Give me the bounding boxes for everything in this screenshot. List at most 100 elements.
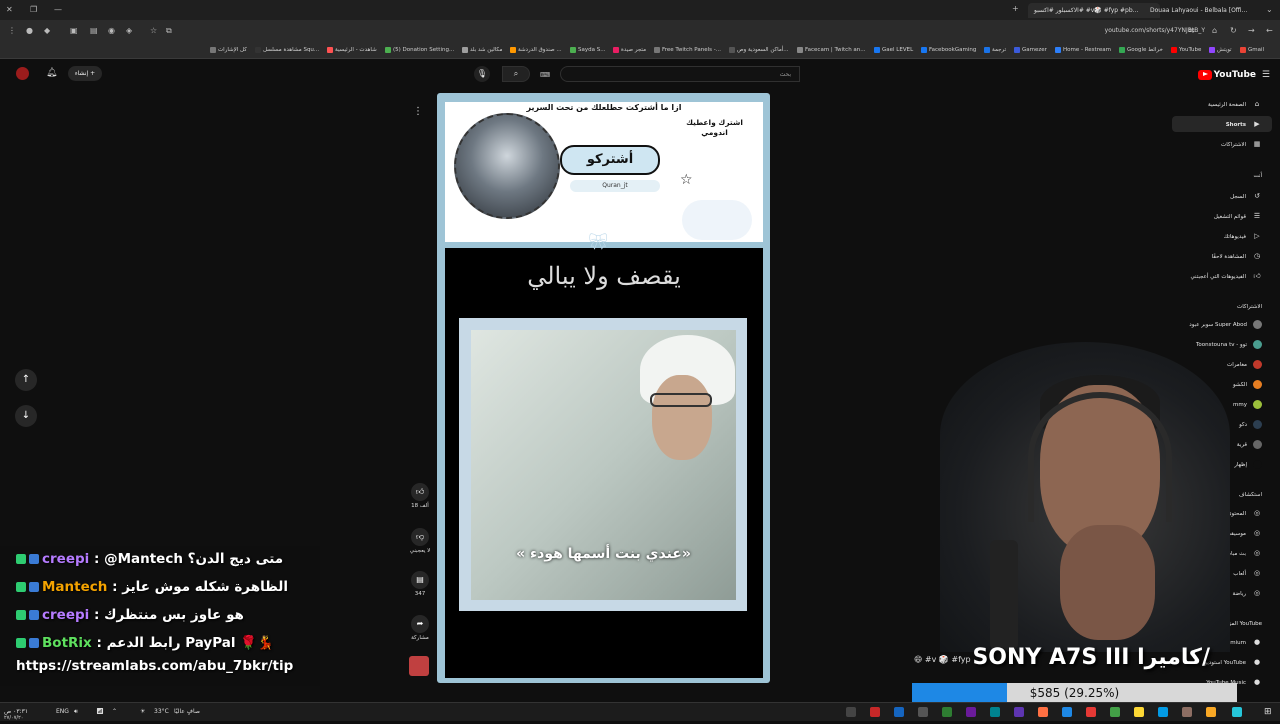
next-short-button[interactable]: ↓ (15, 405, 37, 427)
sidebar-item[interactable]: mmy (1233, 398, 1262, 412)
taskbar-app-icon[interactable] (1038, 707, 1048, 717)
sidebar-item[interactable]: قرية (1237, 438, 1262, 452)
bookmark-item[interactable]: تويتش (1209, 44, 1232, 56)
browser-menu-icon[interactable]: ⋮ (8, 26, 16, 36)
close-window-icon[interactable]: ✕ (6, 5, 13, 15)
new-tab-icon[interactable]: + (1012, 4, 1019, 14)
previous-short-button[interactable]: ↑ (15, 369, 37, 391)
minimize-window-icon[interactable]: — (54, 5, 62, 15)
bookmark-item[interactable]: مكالين شد بلد (462, 44, 502, 56)
taskbar-app-icon[interactable] (1134, 707, 1144, 717)
sidebar-item[interactable]: المشاهدة لاحقًا ◷ (1212, 249, 1262, 263)
bookmark-item[interactable]: شاهدت - الرئيسية (327, 44, 377, 56)
sidebar-item[interactable]: موسيقى ◎ (1227, 526, 1262, 540)
channel-thumbnail[interactable] (409, 656, 429, 676)
bookmark-item[interactable]: Sayda S... (570, 44, 605, 56)
sidebar-item[interactable]: الاشتراكات ▦ (1221, 137, 1262, 151)
taskbar-app-icon[interactable] (1014, 707, 1024, 717)
reload-icon[interactable]: ↻ (1230, 26, 1237, 36)
bookmark-item[interactable]: (5) Donation Setting... (385, 44, 454, 56)
tab-search-icon[interactable]: ⌄ (1266, 5, 1273, 15)
sidebar-item[interactable]: استوديو YouTube ● (1204, 655, 1262, 669)
extension-icon[interactable]: ◈ (126, 26, 132, 36)
bookmark-item[interactable]: Gael LEVEL (874, 44, 913, 56)
extension-icon[interactable]: ▤ (90, 26, 98, 36)
chat-donation-link[interactable]: https://streamlabs.com/abu_7bkr/tip (16, 658, 293, 674)
sidebar-item[interactable]: ألعاب ◎ (1233, 566, 1262, 580)
create-button[interactable]: إنشاء + (68, 66, 102, 81)
weather-temp[interactable]: 33°C (154, 706, 169, 718)
bookmark-item[interactable]: مشاهدة مسلسل Squ... (255, 44, 319, 56)
notifications-bell-icon[interactable]: 🔔︎ (46, 68, 57, 78)
search-input[interactable]: بحث (560, 66, 800, 82)
taskbar-app-icon[interactable] (1086, 707, 1096, 717)
tray-overflow-icon[interactable]: ⌃ (112, 706, 117, 718)
extension-icon[interactable]: ◉ (108, 26, 115, 36)
bookmark-item[interactable]: ترجمة (984, 44, 1006, 56)
taskbar-app-icon[interactable] (894, 707, 904, 717)
taskbar-app-icon[interactable] (966, 707, 976, 717)
sidebar-item[interactable]: رياضة ◎ (1233, 586, 1262, 600)
forward-icon[interactable]: → (1248, 26, 1255, 36)
sidebar-item[interactable]: إظهار (1234, 458, 1262, 472)
sidebar-item[interactable]: Toonstouna tv - توو (1196, 338, 1262, 352)
sidebar-section-you[interactable]: أنت (1254, 169, 1262, 183)
extension-icon[interactable]: ▣ (70, 26, 78, 36)
bookmark-item[interactable]: Facecam | Twitch an... (797, 44, 866, 56)
taskbar-app-icon[interactable] (870, 707, 880, 717)
dislike-button[interactable]: 👎︎ لا يعجبني (408, 528, 432, 554)
search-button[interactable]: ⌕ (502, 66, 530, 82)
share-button[interactable]: ➦ مشاركة (408, 615, 432, 641)
extension-icon[interactable]: ◆ (44, 26, 50, 36)
bookmark-star-icon[interactable]: ☆ (150, 26, 157, 36)
site-settings-icon[interactable]: ⇋ (1188, 26, 1195, 36)
taskbar-app-icon[interactable] (846, 707, 856, 717)
wifi-icon[interactable]: 📶︎ (96, 706, 104, 718)
like-button[interactable]: 👍︎ 18 ألف (408, 483, 432, 509)
sidebar-item[interactable]: فيديوهاتك ▷ (1224, 229, 1262, 243)
youtube-logo[interactable]: YouTube (1197, 68, 1256, 82)
taskbar-app-icon[interactable] (1182, 707, 1192, 717)
taskbar-app-icon[interactable] (1232, 707, 1242, 717)
windows-start-icon[interactable]: ⊞ (1264, 706, 1272, 718)
taskbar-app-icon[interactable] (918, 707, 928, 717)
taskbar-app-icon[interactable] (1158, 707, 1168, 717)
sidebar-item[interactable]: السجل ↺ (1230, 189, 1262, 203)
bookmark-item[interactable]: YouTube (1171, 44, 1201, 56)
sidebar-item[interactable]: دكو (1239, 418, 1262, 432)
bookmark-item[interactable]: أماكن السعودية وص... (729, 44, 789, 56)
back-icon[interactable]: ← (1266, 26, 1273, 36)
home-icon[interactable]: ⌂ (1212, 26, 1217, 36)
restore-window-icon[interactable]: ❐ (30, 5, 37, 15)
input-language[interactable]: ENG (56, 706, 69, 718)
bookmark-item[interactable]: FacebookGaming (921, 44, 976, 56)
hamburger-menu-icon[interactable]: ☰ (1262, 70, 1270, 80)
sidebar-item[interactable]: المحتوى ◎ (1227, 506, 1262, 520)
comments-button[interactable]: ▤ 347 (408, 571, 432, 597)
sidebar-item[interactable]: قوائم التشغيل ☰ (1214, 209, 1262, 223)
bookmark-item[interactable]: Gmail (1240, 44, 1264, 56)
profile-icon[interactable]: ● (26, 26, 33, 36)
sidebar-item[interactable]: مغامرات (1227, 358, 1262, 372)
bookmark-item[interactable]: متجر صيدة (613, 44, 646, 56)
bookmark-item[interactable]: Home - Restream (1055, 44, 1111, 56)
account-avatar[interactable] (16, 67, 29, 80)
sidebar-item[interactable]: الكشو (1233, 378, 1262, 392)
sidebar-item[interactable]: الصفحة الرئيسية ⌂ (1208, 97, 1262, 111)
bookmark-item[interactable]: صندوق الدردشة ... (510, 44, 562, 56)
taskbar-app-icon[interactable] (942, 707, 952, 717)
browser-tab[interactable]: Douaa Lahyaoui - Belbala [Offi... (1144, 3, 1276, 18)
taskbar-app-icon[interactable] (1206, 707, 1216, 717)
bookmark-item[interactable]: كل الإشارات (210, 44, 247, 56)
taskbar-app-icon[interactable] (1110, 707, 1120, 717)
sidebar-item[interactable]: الفيديوهات التي أعجبتني 👍︎ (1190, 269, 1262, 283)
url-field[interactable]: youtube.com/shorts/y47YNJBtB_Y (1085, 24, 1205, 38)
sidebar-item[interactable]: Shorts ▶ (1226, 117, 1262, 131)
sidebar-item[interactable]: سوبر عبود Super Abod (1189, 318, 1262, 332)
more-options-icon[interactable]: ⋮ (413, 106, 423, 117)
open-in-app-icon[interactable]: ⧉ (166, 26, 172, 36)
bookmark-item[interactable]: Google خرائط (1119, 44, 1163, 56)
bookmark-item[interactable]: Gamezer (1014, 44, 1047, 56)
volume-icon[interactable]: 🔊︎ (74, 706, 78, 718)
keyboard-icon[interactable]: ⌨ (540, 70, 550, 80)
